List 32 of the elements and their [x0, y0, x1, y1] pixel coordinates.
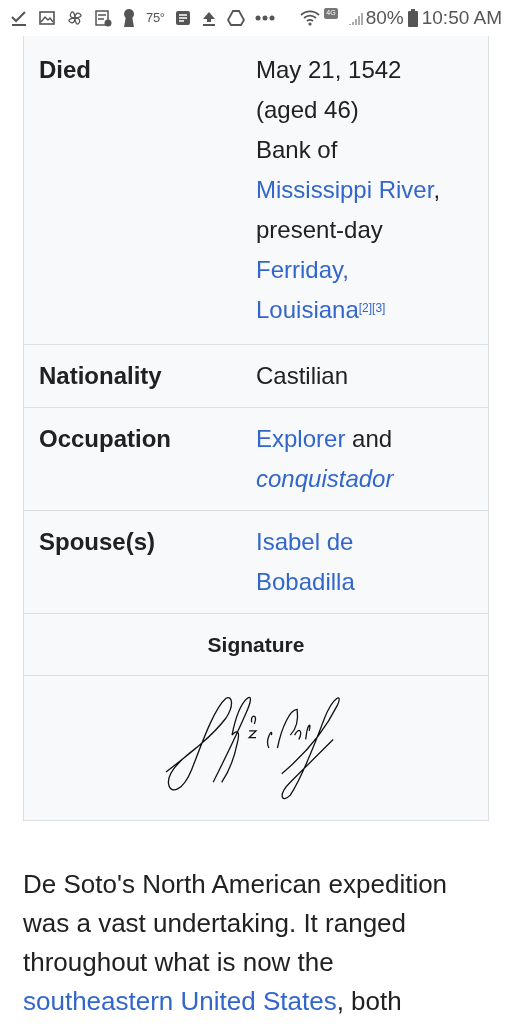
signature-heading: Signature — [207, 631, 305, 658]
link[interactable]: Isabel de — [256, 528, 354, 555]
row-label: Spouse(s) — [39, 528, 155, 555]
row-value: Castilian — [256, 362, 349, 389]
link[interactable]: southeastern United States — [23, 986, 337, 1016]
row-value: Explorer and conquistador — [256, 425, 394, 492]
reference-link[interactable]: [3] — [372, 304, 386, 321]
more-icon — [254, 15, 275, 21]
wifi-icon — [300, 9, 321, 27]
upload-icon — [200, 10, 217, 26]
article-paragraph: De Soto's North American expedition was a vast undertaking. It ranged throughout what is now the southeastern United States, both — [23, 868, 449, 1018]
link[interactable]: conquistador — [256, 465, 394, 492]
clock-time: 10:50 AM — [421, 5, 502, 30]
link[interactable]: Louisiana — [256, 296, 359, 323]
row-label: Occupation — [39, 425, 171, 452]
keyhole-icon — [122, 8, 136, 28]
server-alert-icon — [94, 9, 112, 27]
image-icon — [38, 9, 56, 27]
signal-icon — [347, 10, 364, 26]
link[interactable]: Mississippi River — [256, 176, 434, 203]
link[interactable]: Bobadilla — [256, 568, 355, 595]
row-label: Died — [39, 56, 91, 83]
temperature-text: 75° — [146, 9, 165, 28]
link[interactable]: Explorer — [256, 425, 346, 452]
checkmark-icon — [10, 9, 28, 27]
reference-link[interactable]: [2] — [358, 304, 373, 321]
row-label: Nationality — [39, 362, 162, 389]
pinwheel-icon — [66, 9, 84, 27]
link[interactable]: Ferriday, — [256, 256, 349, 283]
document-icon — [174, 10, 191, 26]
battery-icon — [407, 9, 418, 27]
battery-percent: 80% — [365, 5, 404, 30]
